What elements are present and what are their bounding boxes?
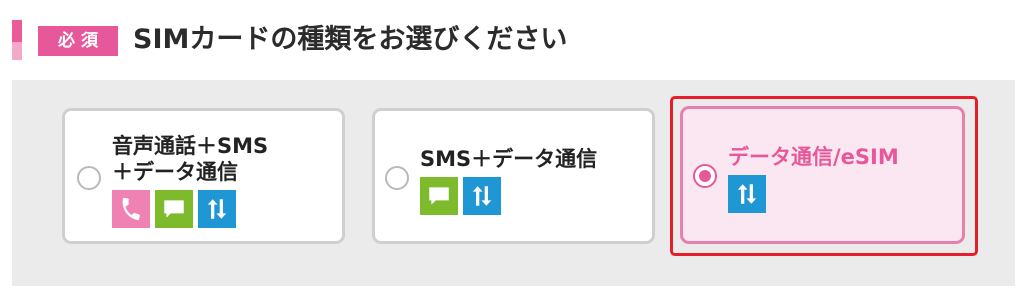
option-label-line1: SMS＋データ通信 (420, 147, 598, 171)
accent-bar (12, 20, 22, 60)
option-voice-sms-data[interactable]: 音声通話＋SMS ＋データ通信 (62, 108, 345, 244)
feature-icons (728, 175, 766, 213)
sim-selection-page: 必須 SIMカードの種類をお選びください 音声通話＋SMS ＋データ通信 SMS… (0, 0, 1024, 298)
option-label-line1: データ通信/eSIM (728, 145, 899, 169)
sms-icon (155, 190, 193, 228)
data-icon (198, 190, 236, 228)
data-icon (463, 177, 501, 215)
option-label-line2: ＋データ通信 (112, 160, 238, 184)
data-icon (728, 175, 766, 213)
section-title: SIMカードの種類をお選びください (133, 24, 568, 55)
option-sms-data[interactable]: SMS＋データ通信 (372, 108, 655, 244)
feature-icons (420, 177, 501, 215)
sms-icon (420, 177, 458, 215)
radio-data-esim[interactable] (693, 164, 717, 188)
radio-sms-data[interactable] (385, 166, 409, 190)
radio-voice-sms-data[interactable] (77, 166, 101, 190)
feature-icons (112, 190, 236, 228)
section-header: 必須 SIMカードの種類をお選びください (0, 0, 1024, 80)
phone-icon (112, 190, 150, 228)
option-data-esim[interactable]: データ通信/eSIM (680, 106, 965, 244)
required-badge: 必須 (38, 26, 118, 56)
option-label-line1: 音声通話＋SMS (112, 134, 269, 158)
